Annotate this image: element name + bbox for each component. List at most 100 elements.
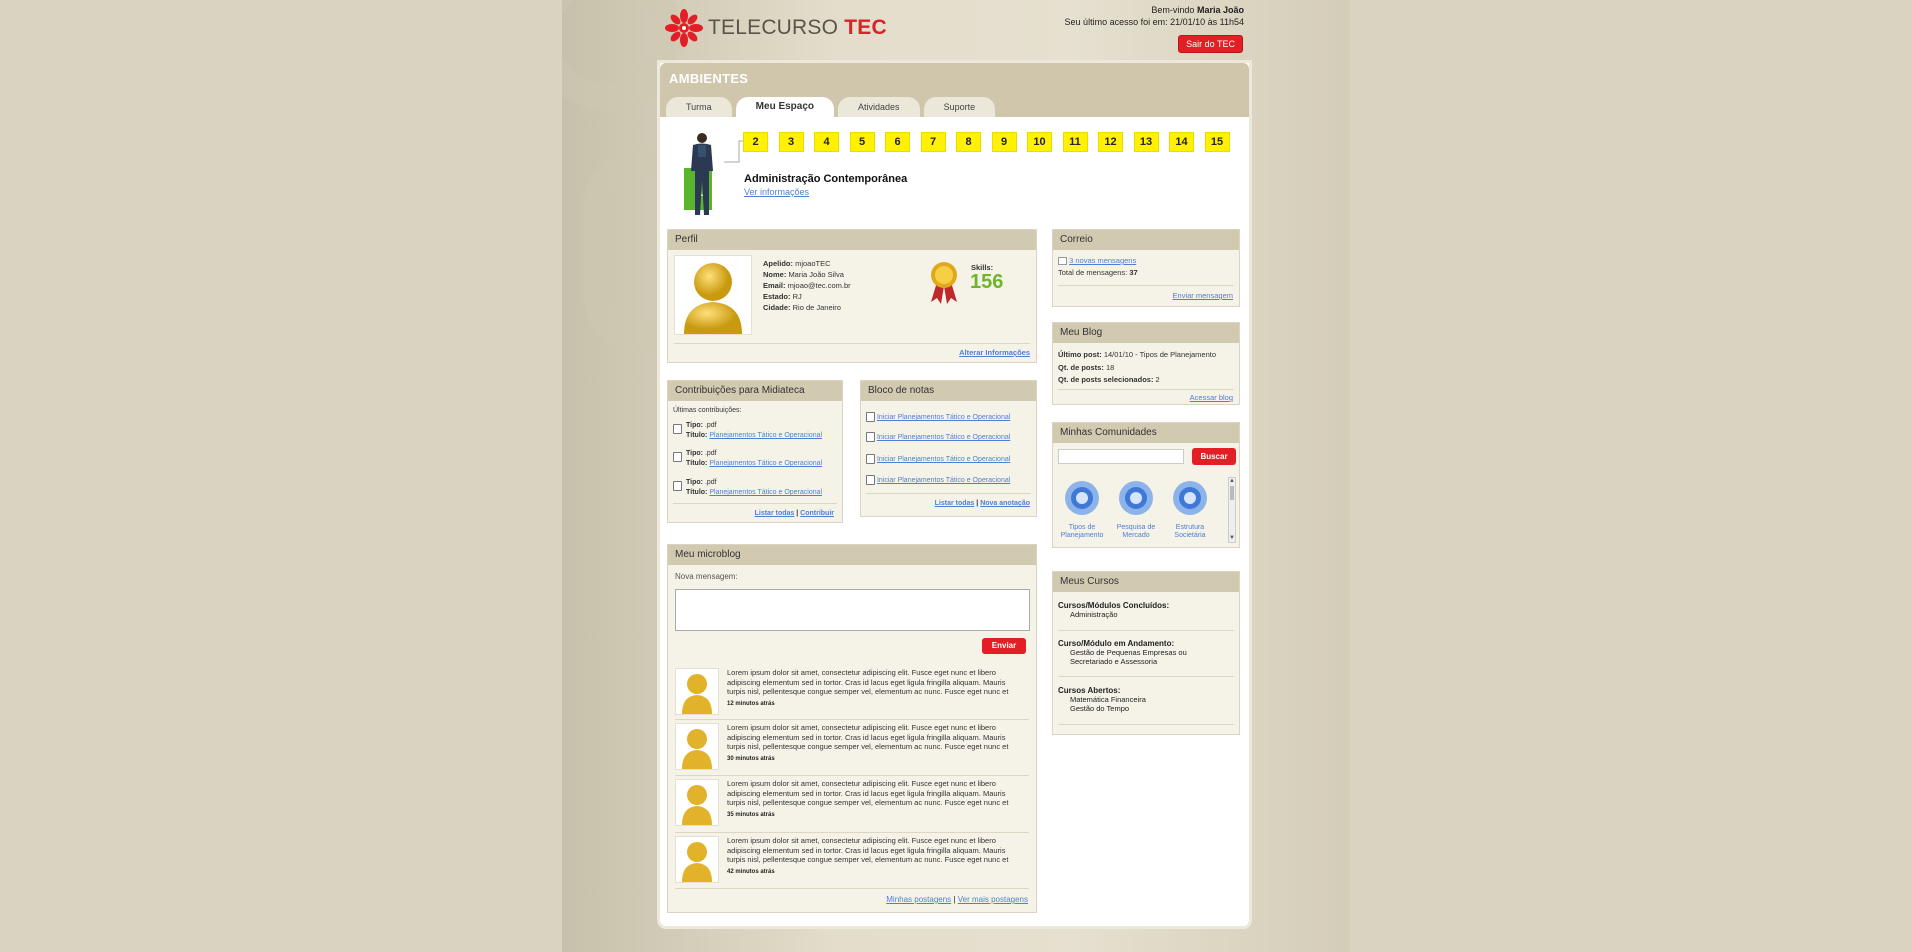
more-posts-link[interactable]: Ver mais postagens bbox=[958, 895, 1028, 904]
send-message-link[interactable]: Enviar mensagem bbox=[1173, 291, 1233, 300]
midiateca-list-all-link[interactable]: Listar todas bbox=[755, 510, 795, 517]
community-scrollbar[interactable]: ▲ ▼ bbox=[1228, 477, 1236, 543]
scroll-down-icon[interactable]: ▼ bbox=[1229, 535, 1235, 542]
module-badge[interactable]: 12 bbox=[1099, 133, 1122, 151]
medal-icon bbox=[931, 262, 957, 304]
tab-turma[interactable]: Turma bbox=[666, 97, 732, 117]
edit-profile-link[interactable]: Alterar Informações bbox=[959, 348, 1030, 357]
note-link[interactable]: Iniciar Planejamentos Tático e Operacion… bbox=[877, 456, 1010, 463]
logo-text: TELECURSO TEC bbox=[708, 16, 887, 40]
new-messages-row[interactable]: 3 novas mensagens bbox=[1058, 256, 1136, 266]
module-badge[interactable]: 10 bbox=[1028, 133, 1051, 151]
microblog-title: Meu microblog bbox=[668, 545, 1036, 565]
module-badge[interactable]: 6 bbox=[886, 133, 909, 151]
community-item[interactable]: Estrutura Societária bbox=[1166, 479, 1214, 540]
profile-title: Perfil bbox=[668, 230, 1036, 250]
module-badge[interactable]: 5 bbox=[850, 133, 874, 151]
course-item[interactable]: Gestão do Tempo bbox=[1058, 704, 1146, 713]
course-info-link[interactable]: Ver informações bbox=[744, 187, 809, 197]
midiateca-divider bbox=[673, 503, 837, 504]
scrollbar-thumb[interactable] bbox=[1230, 486, 1234, 500]
notes-list-all-link[interactable]: Listar todas bbox=[935, 500, 975, 507]
midiateca-contribute-link[interactable]: Contribuir bbox=[800, 510, 834, 517]
logo-word-tec: TEC bbox=[844, 16, 887, 39]
course-item[interactable]: Gestão de Pequenas Empresas ou bbox=[1058, 648, 1187, 657]
skills-value: 156 bbox=[970, 271, 1004, 293]
scroll-up-icon[interactable]: ▲ bbox=[1229, 478, 1235, 485]
new-message-textarea[interactable] bbox=[675, 589, 1030, 631]
profile-divider bbox=[674, 343, 1030, 344]
post-text: Lorem ipsum dolor sit amet, consectetur … bbox=[727, 779, 1009, 807]
community-globe-icon bbox=[1065, 481, 1099, 515]
module-badge[interactable]: 14 bbox=[1170, 133, 1193, 151]
tab-atividades[interactable]: Atividades bbox=[838, 97, 920, 117]
new-messages-link[interactable]: 3 novas mensagens bbox=[1069, 256, 1136, 265]
microblog-box: Meu microblog Nova mensagem: Enviar Lore… bbox=[667, 544, 1037, 913]
tab-meu-espaco[interactable]: Meu Espaço bbox=[735, 97, 835, 117]
midiateca-item-link[interactable]: Planejamentos Tático e Operacional bbox=[709, 489, 822, 496]
midiateca-subtitle: Últimas contribuições: bbox=[673, 407, 742, 414]
profile-state: Estado: RJ bbox=[763, 292, 802, 301]
midiateca-item-link[interactable]: Planejamentos Tático e Operacional bbox=[709, 460, 822, 467]
tab-suporte[interactable]: Suporte bbox=[923, 97, 996, 117]
module-badge[interactable]: 2 bbox=[744, 133, 767, 151]
module-badge[interactable]: 15 bbox=[1205, 133, 1229, 151]
course-item[interactable]: Secretariado e Assessoria bbox=[1058, 657, 1187, 666]
note-item[interactable]: Iniciar Planejamentos Tático e Operacion… bbox=[866, 412, 1010, 422]
welcome-text: Bem-vindo bbox=[1151, 5, 1195, 15]
note-link[interactable]: Iniciar Planejamentos Tático e Operacion… bbox=[877, 477, 1010, 484]
course-item[interactable]: Matemática Financeira bbox=[1058, 695, 1146, 704]
community-label[interactable]: Pesquisa de Mercado bbox=[1112, 524, 1160, 540]
note-checkbox-icon[interactable] bbox=[866, 432, 875, 442]
courses-box: Meus Cursos Cursos/Módulos Concluídos: A… bbox=[1052, 571, 1240, 735]
profile-box: Perfil Apelido: mjoaoTEC Nome: Maria Joã… bbox=[667, 229, 1037, 363]
module-badge[interactable]: 7 bbox=[921, 133, 945, 151]
module-badge[interactable]: 3 bbox=[779, 133, 803, 151]
new-note-link[interactable]: Nova anotação bbox=[980, 500, 1030, 507]
post-text: Lorem ipsum dolor sit amet, consectetur … bbox=[727, 668, 1009, 696]
community-globe-icon bbox=[1173, 481, 1207, 515]
microblog-footer: Minhas postagens | Ver mais postagens bbox=[886, 895, 1028, 904]
microblog-post: Lorem ipsum dolor sit amet, consectetur … bbox=[675, 779, 1025, 831]
courses-divider bbox=[1058, 630, 1234, 631]
logo-word-telecurso: TELECURSO bbox=[708, 16, 839, 39]
blog-posts-count: Qt. de posts: 18 bbox=[1058, 362, 1115, 372]
note-item[interactable]: Iniciar Planejamentos Tático e Operacion… bbox=[866, 432, 1010, 442]
note-link[interactable]: Iniciar Planejamentos Tático e Operacion… bbox=[877, 414, 1010, 421]
module-badge[interactable]: 13 bbox=[1134, 133, 1158, 151]
note-checkbox-icon[interactable] bbox=[866, 412, 875, 422]
module-badge[interactable]: 9 bbox=[992, 133, 1016, 151]
note-checkbox-icon[interactable] bbox=[866, 454, 875, 464]
environment-tabs: Turma Meu Espaço Atividades Suporte bbox=[666, 97, 999, 117]
midiateca-item-link[interactable]: Planejamentos Tático e Operacional bbox=[709, 432, 822, 439]
telecurso-logo[interactable]: TELECURSO TEC bbox=[663, 7, 887, 49]
community-label[interactable]: Estrutura Societária bbox=[1166, 524, 1214, 540]
module-badge[interactable]: 11 bbox=[1063, 133, 1087, 151]
logout-button[interactable]: Sair do TEC bbox=[1178, 35, 1243, 53]
blog-box: Meu Blog Último post: 14/01/10 - Tipos d… bbox=[1052, 322, 1240, 405]
community-search-button[interactable]: Buscar bbox=[1192, 448, 1236, 465]
user-name: Maria João bbox=[1196, 5, 1244, 15]
note-item[interactable]: Iniciar Planejamentos Tático e Operacion… bbox=[866, 454, 1010, 464]
module-badge[interactable]: 8 bbox=[957, 133, 980, 151]
courses-divider bbox=[1058, 676, 1234, 677]
access-blog-link[interactable]: Acessar blog bbox=[1190, 393, 1233, 402]
community-globe-icon bbox=[1119, 481, 1153, 515]
microblog-post: Lorem ipsum dolor sit amet, consectetur … bbox=[675, 668, 1025, 720]
note-link[interactable]: Iniciar Planejamentos Tático e Operacion… bbox=[877, 434, 1010, 441]
community-item[interactable]: Pesquisa de Mercado bbox=[1112, 479, 1160, 540]
module-list: 2 3 4 5 6 7 8 9 10 11 12 13 14 15 bbox=[744, 133, 1241, 151]
profile-avatar bbox=[674, 255, 752, 335]
post-text: Lorem ipsum dolor sit amet, consectetur … bbox=[727, 723, 1009, 751]
module-badge[interactable]: 4 bbox=[815, 133, 838, 151]
course-item[interactable]: Administração bbox=[1058, 610, 1169, 619]
community-label[interactable]: Tipos de Planejamento bbox=[1058, 524, 1106, 540]
my-posts-link[interactable]: Minhas postagens bbox=[886, 895, 951, 904]
community-item[interactable]: Tipos de Planejamento bbox=[1058, 479, 1106, 540]
note-checkbox-icon[interactable] bbox=[866, 475, 875, 485]
note-item[interactable]: Iniciar Planejamentos Tático e Operacion… bbox=[866, 475, 1010, 485]
send-message-button[interactable]: Enviar bbox=[982, 638, 1026, 654]
community-search-input[interactable] bbox=[1058, 449, 1184, 464]
course-group-label: Cursos Abertos: bbox=[1058, 686, 1121, 695]
communities-box: Minhas Comunidades Buscar Tipos de Plane… bbox=[1052, 422, 1240, 548]
